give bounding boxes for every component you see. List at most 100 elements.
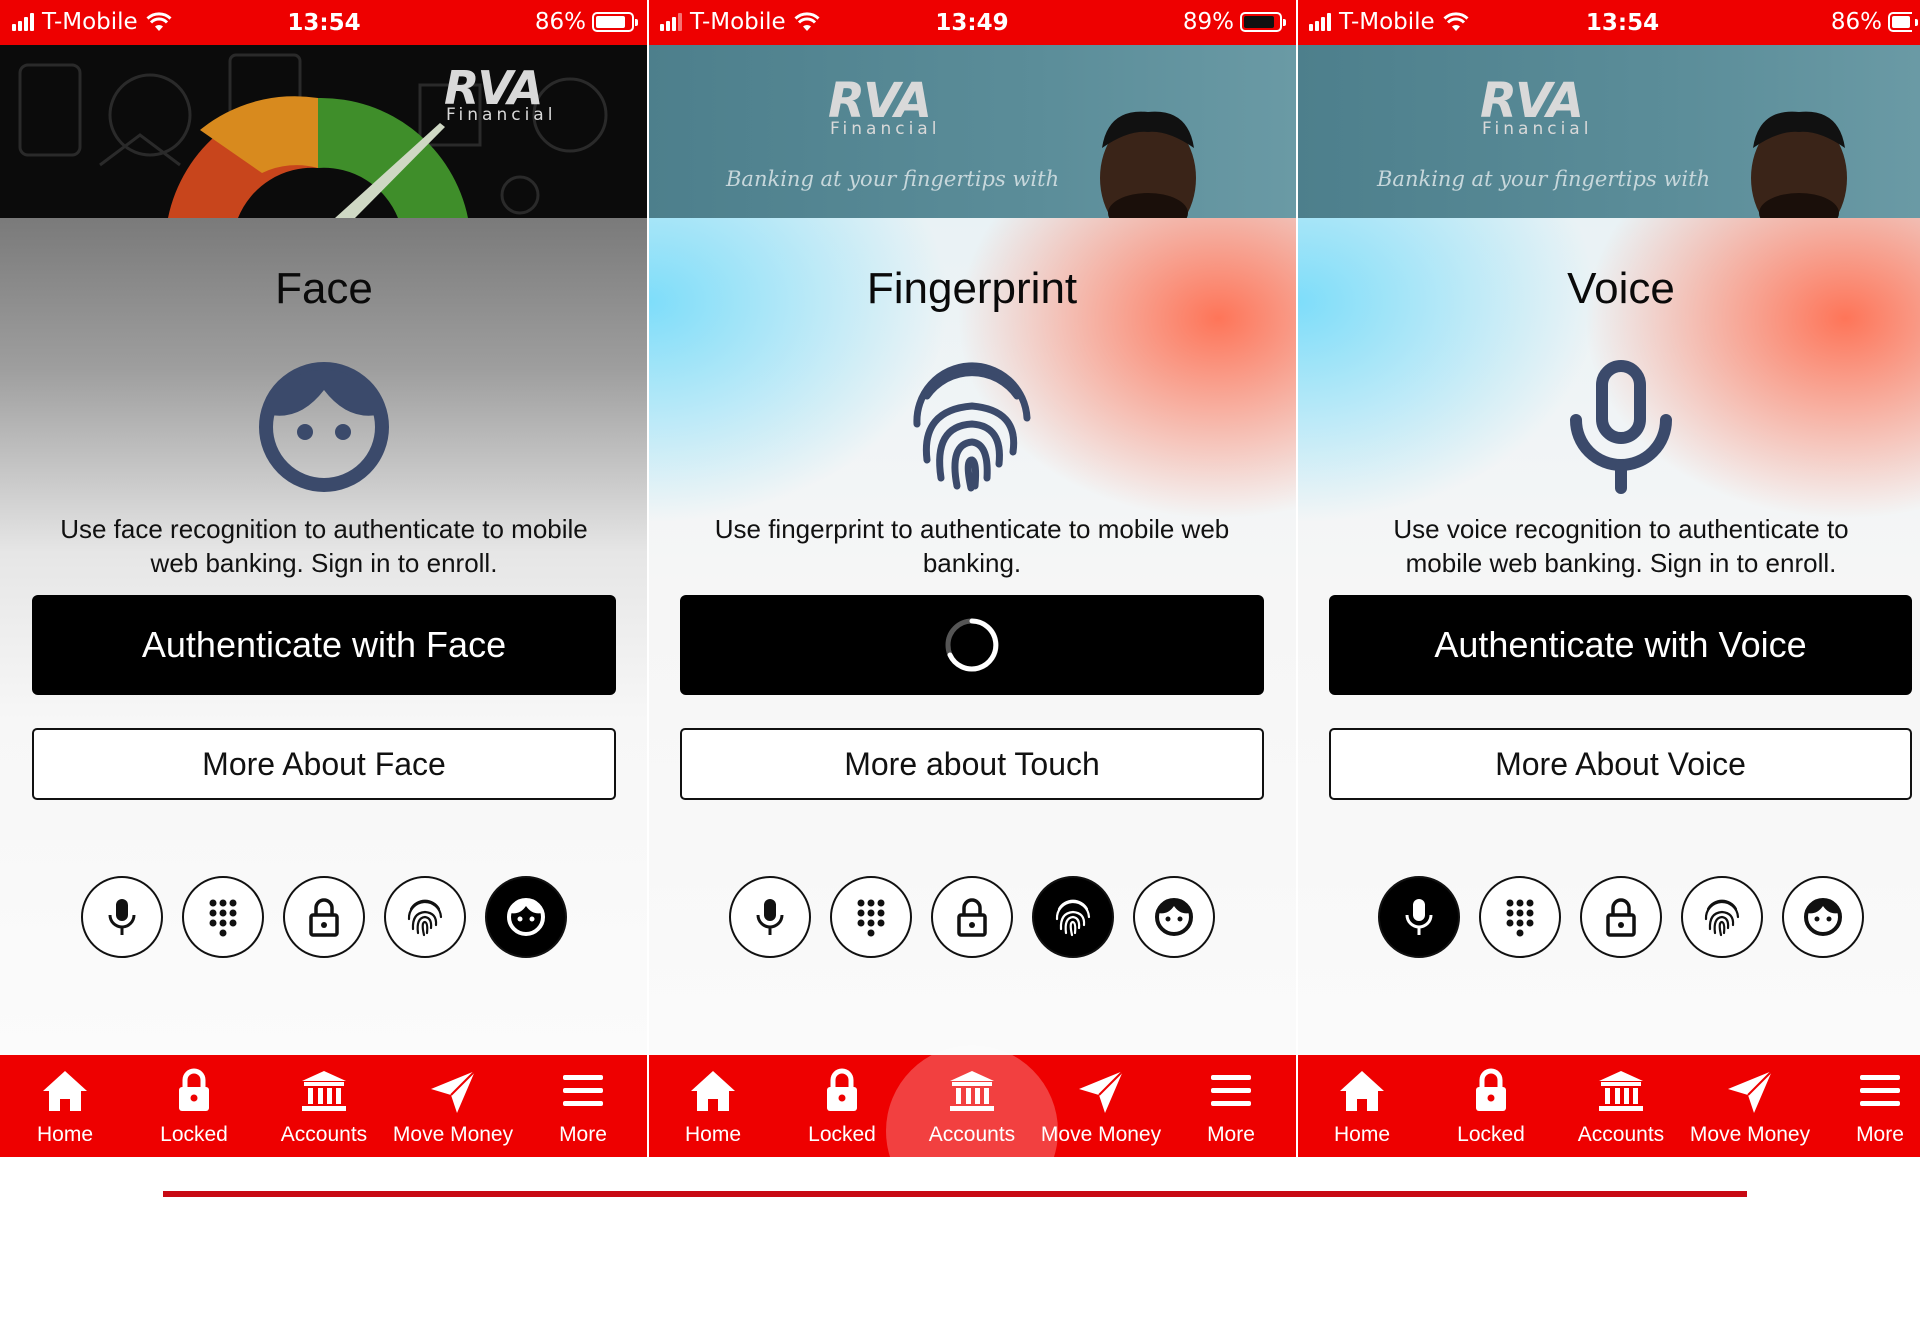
page-title: Fingerprint [866, 264, 1078, 313]
tab-label: More [559, 1123, 607, 1146]
method-face-button[interactable] [1782, 876, 1864, 958]
more-about-touch-button[interactable]: More about Touch [680, 728, 1264, 800]
battery-icon [1888, 12, 1918, 32]
face-icon [507, 898, 545, 936]
banner-tagline: Banking at your fingertips with [1377, 167, 1711, 191]
tab-label: Move Money [1040, 1123, 1162, 1146]
tab-more[interactable]: More [518, 1055, 648, 1157]
method-fingerprint-button[interactable] [384, 876, 466, 958]
home-icon [1340, 1071, 1384, 1111]
keypad-icon [209, 899, 237, 937]
tab-home[interactable]: Home [648, 1055, 778, 1157]
person-photo [1751, 111, 1847, 218]
lock-icon [1606, 898, 1636, 937]
menu-icon [1211, 1075, 1251, 1106]
status-bar: T-Mobile 13:49 89% [648, 0, 1296, 45]
face-icon [259, 362, 389, 492]
phone-screen-face: T-Mobile 13:54 86% RVA Financial Face Us… [0, 0, 648, 1157]
decorative-divider-line [163, 1191, 1747, 1197]
tab-locked[interactable]: Locked [129, 1055, 259, 1157]
status-bar: T-Mobile 13:54 86% [1297, 0, 1920, 45]
tab-label: Accounts [1577, 1123, 1665, 1146]
more-about-face-button[interactable]: More About Face [32, 728, 616, 800]
bank-icon [1599, 1071, 1643, 1111]
auth-panel: Voice Use voice recognition to authentic… [1297, 218, 1920, 1055]
description-text: Use face recognition to authenticate to … [60, 514, 588, 578]
tab-move-money[interactable]: Move Money [388, 1055, 518, 1157]
promo-banner: RVA Financial [0, 45, 648, 218]
bank-icon [950, 1071, 994, 1111]
bottom-tab-bar: Home Locked Accounts Move Money More [1297, 1055, 1920, 1157]
tab-label: Move Money [392, 1123, 514, 1146]
lock-icon [309, 898, 339, 937]
face-icon [1155, 898, 1193, 936]
page-title: Voice [1567, 264, 1675, 313]
bank-icon [302, 1071, 346, 1111]
bank-logo-subtitle: Financial [830, 119, 941, 139]
keypad-icon [857, 899, 885, 937]
method-voice-button[interactable] [729, 876, 811, 958]
authenticate-face-button[interactable]: Authenticate with Face [32, 595, 616, 695]
battery-percent: 89% [1182, 9, 1234, 35]
bank-logo-subtitle: Financial [1482, 119, 1593, 139]
menu-icon [563, 1075, 603, 1106]
fingerprint-icon [1055, 899, 1091, 937]
authenticate-voice-button[interactable]: Authenticate with Voice [1329, 595, 1912, 695]
tab-locked[interactable]: Locked [777, 1055, 907, 1157]
method-pin-button[interactable] [1479, 876, 1561, 958]
promo-banner: RVA Financial Banking at your fingertips… [648, 45, 1296, 218]
bank-logo-subtitle: Financial [446, 105, 557, 125]
page-title: Face [275, 264, 373, 313]
tab-label: Locked [808, 1123, 876, 1146]
method-password-button[interactable] [1580, 876, 1662, 958]
tab-accounts[interactable]: Accounts [1556, 1055, 1686, 1157]
paper-plane-icon [1728, 1070, 1773, 1113]
method-voice-button[interactable] [1378, 876, 1460, 958]
lock-icon [827, 1068, 857, 1111]
bottom-tab-bar: Home Locked Accounts Move Money More [0, 1055, 648, 1157]
battery-percent: 86% [534, 9, 586, 35]
tab-label: Locked [1457, 1123, 1525, 1146]
authenticate-fingerprint-button[interactable] [680, 595, 1264, 695]
tab-accounts[interactable]: Accounts [259, 1055, 389, 1157]
tab-label: Locked [160, 1123, 228, 1146]
paper-plane-icon [431, 1070, 476, 1113]
tab-more[interactable]: More [1815, 1055, 1920, 1157]
battery-icon [592, 12, 638, 32]
status-bar: T-Mobile 13:54 86% [0, 0, 648, 45]
method-fingerprint-button[interactable] [1681, 876, 1763, 958]
microphone-icon [1405, 899, 1433, 935]
home-icon [43, 1071, 87, 1111]
method-password-button[interactable] [931, 876, 1013, 958]
method-face-button[interactable] [485, 876, 567, 958]
method-voice-button[interactable] [81, 876, 163, 958]
credit-meter-graphic [18, 53, 608, 218]
method-pin-button[interactable] [182, 876, 264, 958]
tab-label: More [1207, 1123, 1255, 1146]
method-fingerprint-button[interactable] [1032, 876, 1114, 958]
menu-icon [1860, 1075, 1900, 1106]
microphone-icon [756, 899, 784, 935]
tab-move-money[interactable]: Move Money [1036, 1055, 1166, 1157]
auth-method-selector [0, 876, 648, 958]
more-about-voice-button[interactable]: More About Voice [1329, 728, 1912, 800]
method-pin-button[interactable] [830, 876, 912, 958]
method-face-button[interactable] [1133, 876, 1215, 958]
tab-label: Move Money [1689, 1123, 1811, 1146]
person-photo [1100, 111, 1196, 218]
microphone-icon [1570, 360, 1672, 494]
phone-screen-fingerprint: T-Mobile 13:49 89% RVA Financial Banking… [648, 0, 1296, 1157]
tab-locked[interactable]: Locked [1426, 1055, 1556, 1157]
tab-home[interactable]: Home [0, 1055, 130, 1157]
tab-accounts[interactable]: Accounts [907, 1055, 1037, 1157]
tab-more[interactable]: More [1166, 1055, 1296, 1157]
auth-panel: Face Use face recognition to authenticat… [0, 218, 648, 1055]
keypad-icon [1506, 899, 1534, 937]
tab-label: More [1856, 1123, 1904, 1146]
tab-home[interactable]: Home [1297, 1055, 1427, 1157]
microphone-icon [108, 899, 136, 935]
battery-icon [1240, 12, 1286, 32]
battery-percent: 86% [1830, 9, 1882, 35]
tab-move-money[interactable]: Move Money [1685, 1055, 1815, 1157]
method-password-button[interactable] [283, 876, 365, 958]
